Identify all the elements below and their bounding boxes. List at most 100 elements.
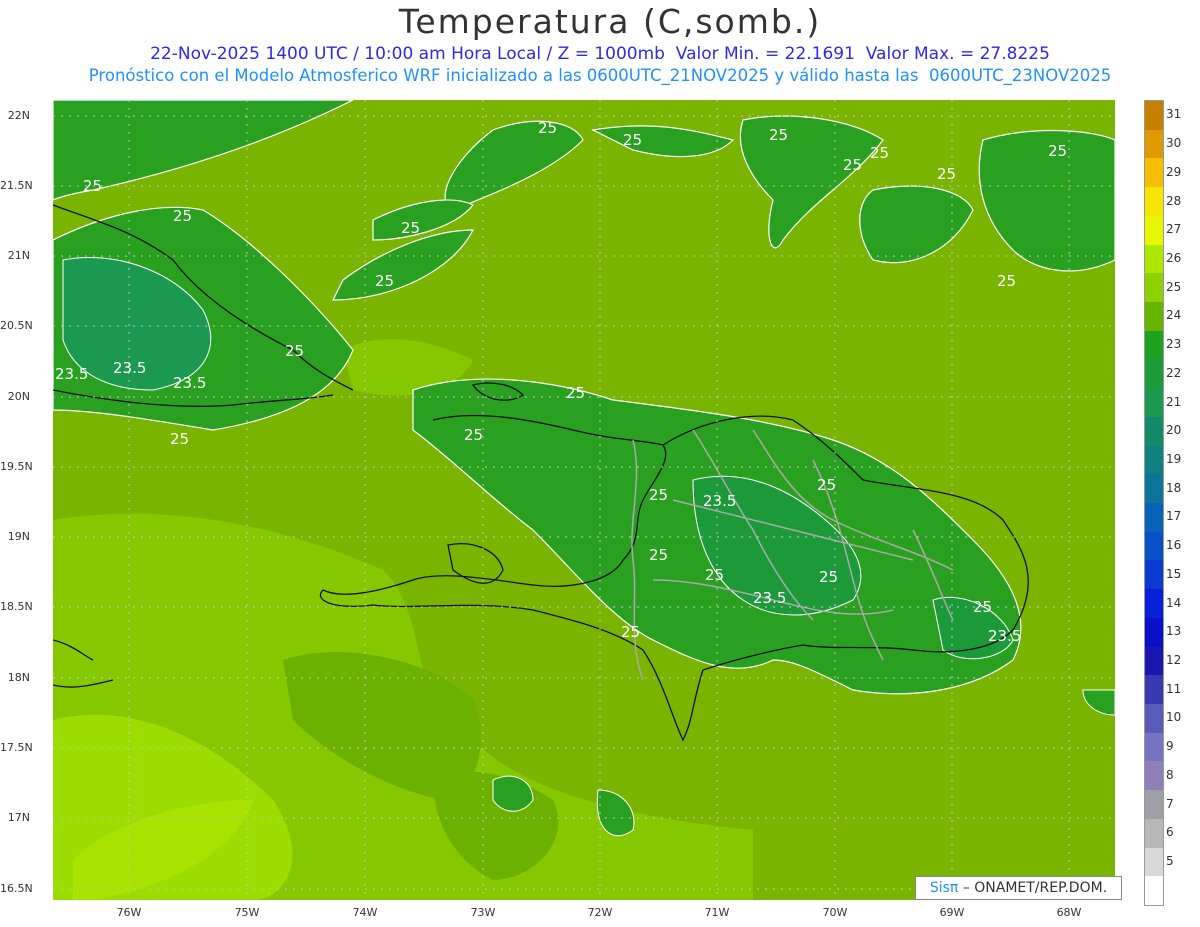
map-title: Temperatura (C,somb.) — [398, 2, 822, 41]
legend-swatch — [1145, 732, 1163, 762]
contour-label: 23.5 — [55, 365, 88, 383]
legend-label: 30 — [1166, 136, 1182, 151]
lon-label: 70W — [822, 906, 848, 919]
lat-label: 18.5N — [0, 600, 33, 613]
lon-label: 74W — [352, 906, 378, 919]
lat-label: 19.5N — [0, 460, 33, 473]
legend-label: 16 — [1166, 538, 1182, 553]
legend-swatch — [1145, 244, 1163, 274]
contour-label: 25 — [375, 272, 394, 290]
legend-swatch — [1145, 646, 1163, 676]
lon-label: 69W — [939, 906, 965, 919]
legend-swatch — [1145, 617, 1163, 647]
legend-label: 23 — [1166, 337, 1182, 352]
legend-label: 18 — [1166, 480, 1182, 495]
contour-label: 25 — [464, 426, 483, 444]
legend-label: 27 — [1166, 222, 1182, 237]
lat-label: 18N — [7, 671, 30, 684]
legend-swatch — [1145, 129, 1163, 159]
lat-label: 17.5N — [0, 741, 33, 754]
legend-swatch — [1145, 847, 1163, 877]
legend-label: 5 — [1166, 853, 1174, 868]
contour-label: 25 — [566, 384, 585, 402]
contour-label: 25 — [83, 177, 102, 195]
legend-label: 15 — [1166, 566, 1182, 581]
legend-swatch — [1145, 388, 1163, 418]
legend-label: 14 — [1166, 595, 1182, 610]
valid-time-subtitle: 22-Nov-2025 1400 UTC / 10:00 am Hora Loc… — [150, 44, 1050, 64]
contour-label: 25 — [401, 219, 420, 237]
contour-label: 25 — [173, 207, 192, 225]
lat-label: 21.5N — [0, 179, 33, 192]
color-legend — [1144, 100, 1164, 906]
legend-label: 26 — [1166, 250, 1182, 265]
legend-label: 9 — [1166, 739, 1174, 754]
legend-swatch — [1145, 589, 1163, 619]
legend-label: 17 — [1166, 509, 1182, 524]
legend-swatch — [1145, 531, 1163, 561]
lat-label: 22N — [7, 109, 30, 122]
contour-label: 25 — [1048, 142, 1067, 160]
model-info-subtitle: Pronóstico con el Modelo Atmosferico WRF… — [88, 66, 1112, 85]
contour-label: 25 — [170, 430, 189, 448]
contour-label: 23.5 — [703, 492, 736, 510]
lat-label: 20.5N — [0, 319, 33, 332]
lon-label: 68W — [1056, 906, 1082, 919]
contour-label: 25 — [937, 165, 956, 183]
contour-label: 23.5 — [988, 627, 1021, 645]
credit-text: – ONAMET/REP.DOM. — [962, 880, 1108, 896]
lat-label: 21N — [7, 249, 30, 262]
legend-label: 21 — [1166, 394, 1182, 409]
lon-label: 73W — [470, 906, 496, 919]
contour-label: 25 — [649, 486, 668, 504]
legend-swatch — [1145, 761, 1163, 791]
legend-swatch — [1145, 187, 1163, 217]
lat-label: 17N — [7, 811, 30, 824]
legend-swatch — [1145, 330, 1163, 360]
lon-label: 76W — [116, 906, 142, 919]
legend-label: 11 — [1166, 681, 1182, 696]
contour-label: 25 — [817, 476, 836, 494]
legend-swatch — [1145, 790, 1163, 820]
contour-label: 25 — [621, 623, 640, 641]
contour-label: 25 — [843, 156, 862, 174]
lat-label: 20N — [7, 390, 30, 403]
legend-label: 20 — [1166, 423, 1182, 438]
legend-label: 31 — [1166, 107, 1182, 122]
contour-label: 25 — [705, 566, 724, 584]
credit-brand: Sisπ — [929, 880, 959, 896]
contour-label: 25 — [285, 342, 304, 360]
legend-swatch — [1145, 474, 1163, 504]
legend-swatch — [1145, 445, 1163, 475]
legend-swatch — [1145, 215, 1163, 245]
legend-label: 10 — [1166, 710, 1182, 725]
legend-swatch — [1145, 302, 1163, 331]
legend-label: 29 — [1166, 164, 1182, 179]
legend-swatch — [1145, 101, 1163, 130]
lat-label: 16.5N — [0, 882, 33, 895]
contour-label: 25 — [623, 131, 642, 149]
legend-swatch — [1145, 158, 1163, 188]
contour-label: 25 — [649, 546, 668, 564]
contour-label: 25 — [997, 272, 1016, 290]
legend-swatch — [1145, 503, 1163, 532]
temperature-map: 25 25 25 25 25 25 25 25 25 25 25 25 25 2… — [53, 100, 1115, 900]
legend-swatch — [1145, 560, 1163, 590]
contour-label: 23.5 — [113, 359, 146, 377]
legend-swatch — [1145, 876, 1163, 906]
contour-label: 23.5 — [753, 589, 786, 607]
legend-swatch — [1145, 675, 1163, 705]
lon-label: 71W — [704, 906, 730, 919]
lon-label: 72W — [587, 906, 613, 919]
legend-swatch — [1145, 818, 1163, 848]
map-canvas: 25 25 25 25 25 25 25 25 25 25 25 25 25 2… — [53, 100, 1115, 900]
lat-label: 19N — [7, 530, 30, 543]
contour-label: 25 — [819, 568, 838, 586]
legend-label: 12 — [1166, 652, 1182, 667]
legend-label: 19 — [1166, 451, 1182, 466]
legend-label: 28 — [1166, 193, 1182, 208]
legend-label: 13 — [1166, 624, 1182, 639]
legend-swatch — [1145, 704, 1163, 733]
legend-label: 8 — [1166, 767, 1174, 782]
legend-label: 6 — [1166, 825, 1174, 840]
